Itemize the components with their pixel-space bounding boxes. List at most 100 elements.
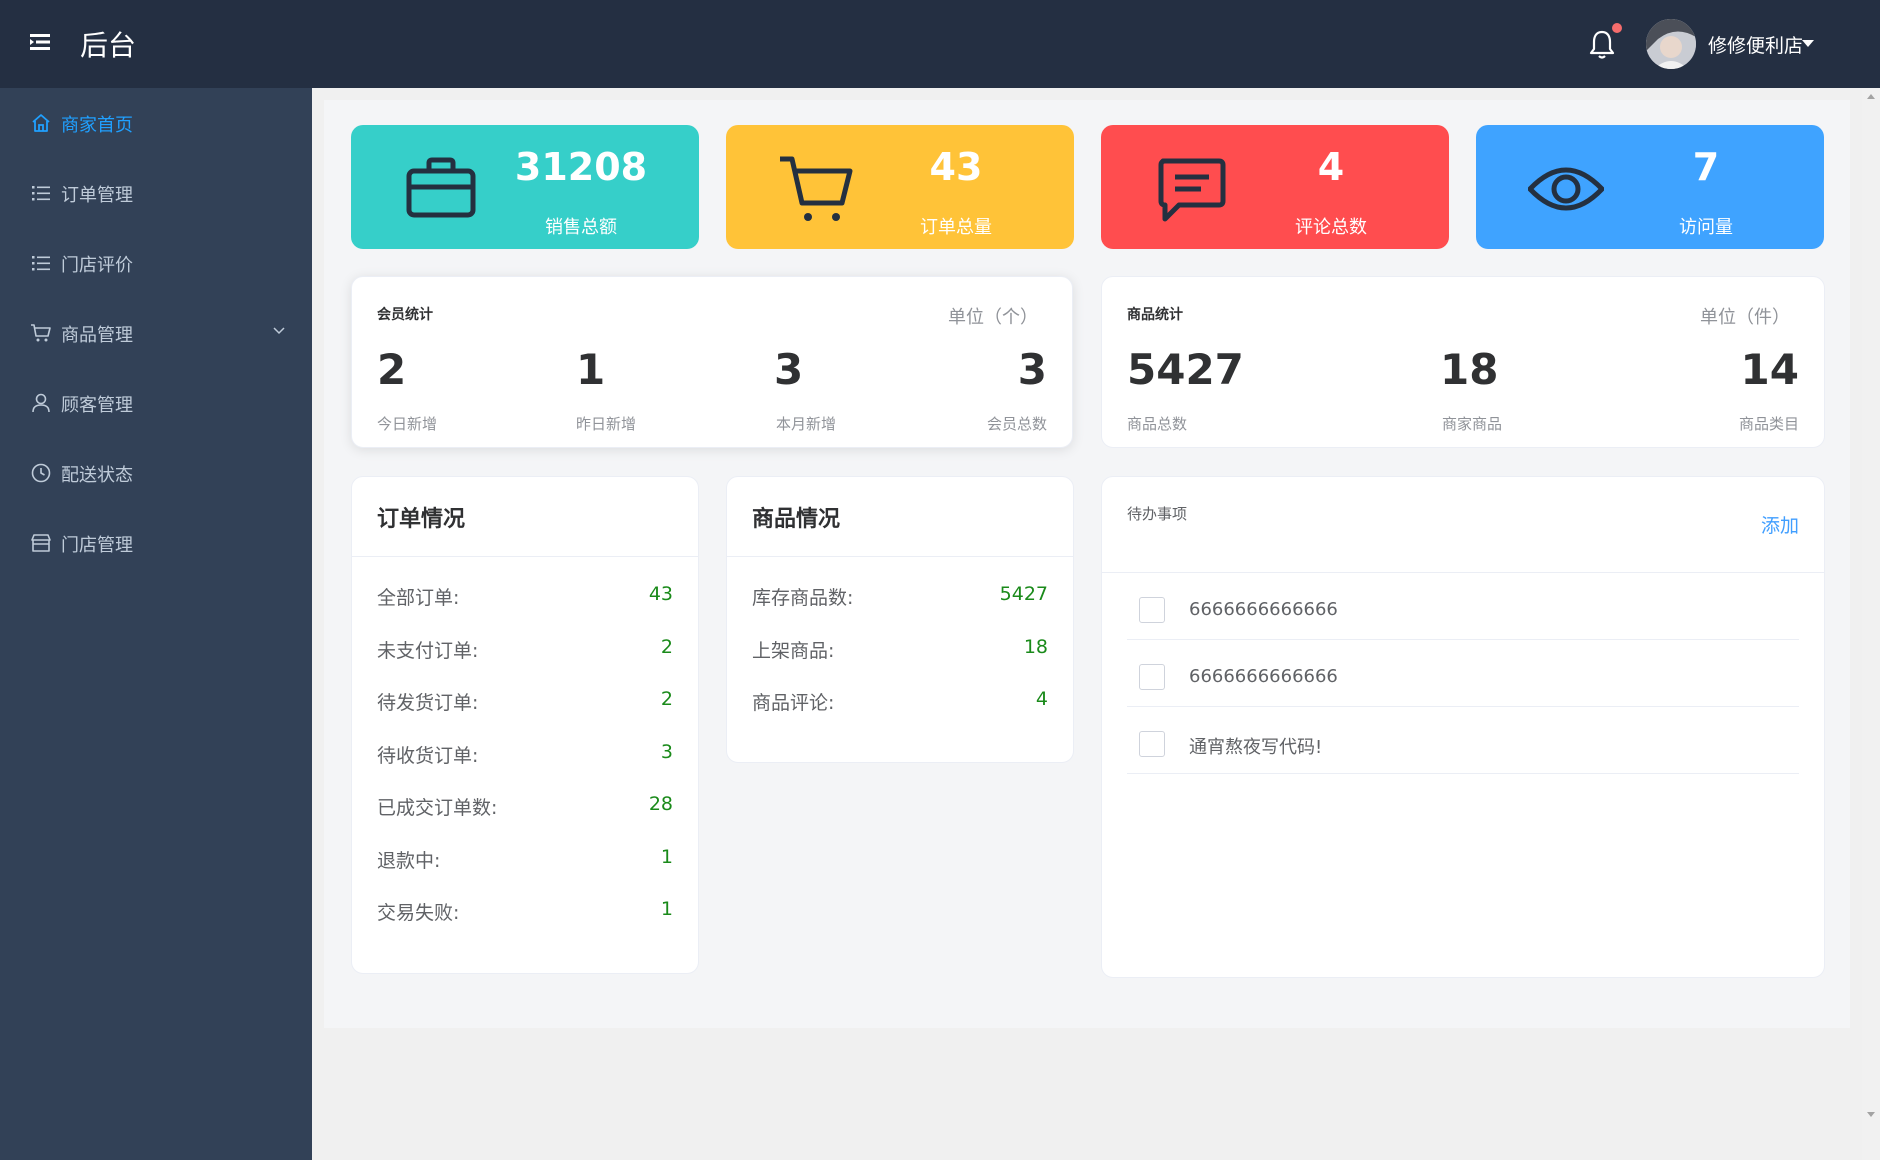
sidebar-item-delivery[interactable]: 配送状态	[0, 438, 312, 508]
order-total-card[interactable]: 43 订单总量	[726, 125, 1074, 249]
stat-label: 订单总量	[920, 217, 992, 238]
sidebar-item-label: 顾客管理	[61, 395, 133, 416]
sidebar-item-label: 订单管理	[61, 185, 133, 206]
sidebar-item-products[interactable]: 商品管理	[0, 298, 312, 368]
menu-toggle-icon[interactable]	[28, 30, 52, 54]
stat-label: 评论总数	[1295, 217, 1367, 238]
user-name[interactable]: 修修便利店	[1708, 31, 1803, 58]
stat-number: 14	[1740, 345, 1799, 394]
sidebar: 商家首页 订单管理 门店评价 商品管理 顾客管理 配送状态 门店管理	[0, 88, 312, 1160]
sidebar-item-reviews[interactable]: 门店评价	[0, 228, 312, 298]
product-row-label: 库存商品数:	[752, 587, 854, 609]
order-row-value: 1	[660, 846, 673, 868]
panel-title: 商品情况	[752, 507, 841, 532]
avatar-image	[1646, 19, 1696, 69]
order-row-label: 未支付订单:	[377, 640, 479, 662]
product-row-value: 5427	[999, 583, 1048, 605]
stat-caption: 商家商品	[1442, 415, 1503, 433]
product-row-value: 4	[1035, 688, 1048, 710]
sales-total-card[interactable]: 31208 销售总额	[351, 125, 699, 249]
stat-number: 18	[1440, 345, 1499, 394]
product-row-value: 18	[1023, 636, 1048, 658]
panel-title: 订单情况	[377, 507, 466, 532]
stat-caption: 昨日新增	[576, 415, 637, 433]
order-row-label: 退款中:	[377, 850, 441, 872]
user-icon	[32, 393, 50, 413]
stat-caption: 本月新增	[776, 415, 837, 433]
todo-checkbox[interactable]	[1139, 597, 1165, 623]
comment-total-card[interactable]: 4 评论总数	[1101, 125, 1449, 249]
scroll-down-arrow-icon[interactable]	[1867, 1112, 1875, 1117]
scroll-up-arrow-icon[interactable]	[1867, 94, 1875, 99]
todo-panel: 待办事项 添加 6666666666666 6666666666666 通宵熬夜…	[1101, 476, 1825, 978]
page-scrollbar[interactable]	[1862, 88, 1880, 1160]
order-row-value: 1	[660, 898, 673, 920]
order-row-value: 3	[660, 741, 673, 763]
todo-item: 6666666666666	[1127, 573, 1799, 640]
stat-number: 3	[1017, 345, 1047, 394]
order-row-label: 已成交订单数:	[377, 797, 498, 819]
stat-number: 2	[377, 345, 407, 394]
list-icon	[32, 186, 50, 201]
sidebar-item-label: 商家首页	[61, 115, 133, 136]
sidebar-item-label: 配送状态	[61, 465, 133, 486]
panel-header: 待办事项 添加	[1102, 477, 1824, 573]
add-todo-button[interactable]: 添加	[1761, 511, 1799, 538]
sidebar-item-label: 商品管理	[61, 325, 133, 346]
stat-value: 7	[1692, 145, 1720, 189]
message-icon	[1158, 158, 1226, 222]
cart-icon	[31, 324, 51, 342]
stat-caption: 商品类目	[1738, 415, 1799, 433]
orders-panel: 订单情况 全部订单: 43 未支付订单: 2 待发货订单: 2 待收货订单: 3…	[351, 476, 699, 974]
app-title: 后台	[80, 29, 137, 62]
avatar[interactable]	[1646, 19, 1696, 69]
stat-value: 31208	[514, 145, 648, 189]
unit-label: 单位（件）	[1700, 307, 1790, 328]
unit-label: 单位（个）	[948, 307, 1038, 328]
order-row-label: 交易失败:	[377, 902, 460, 924]
panel-title: 待办事项	[1127, 505, 1188, 523]
todo-item: 6666666666666	[1127, 640, 1799, 707]
eye-icon	[1528, 167, 1604, 211]
stat-value: 43	[929, 145, 983, 189]
sidebar-item-customers[interactable]: 顾客管理	[0, 368, 312, 438]
stat-number: 3	[774, 345, 804, 394]
sidebar-item-store[interactable]: 门店管理	[0, 508, 312, 578]
panel-header: 订单情况	[352, 477, 698, 557]
top-header: 后台 修修便利店	[0, 0, 1880, 88]
sidebar-item-label: 门店评价	[61, 255, 133, 276]
sidebar-item-home[interactable]: 商家首页	[0, 88, 312, 158]
todo-checkbox[interactable]	[1139, 664, 1165, 690]
todo-item: 通宵熬夜写代码!	[1127, 707, 1799, 774]
order-row-label: 待发货订单:	[377, 692, 479, 714]
order-row-value: 2	[660, 636, 673, 658]
sidebar-item-label: 门店管理	[61, 535, 133, 556]
bell-icon[interactable]	[1588, 28, 1616, 60]
order-row-value: 43	[648, 583, 673, 605]
order-row-label: 待收货订单:	[377, 745, 479, 767]
panel-title: 商品统计	[1127, 307, 1183, 323]
chevron-down-icon	[273, 327, 285, 335]
order-row-value: 2	[660, 688, 673, 710]
stat-number: 1	[576, 345, 606, 394]
stat-caption: 商品总数	[1127, 415, 1188, 433]
todo-checkbox[interactable]	[1139, 731, 1165, 757]
stat-label: 访问量	[1679, 217, 1733, 238]
briefcase-icon	[406, 157, 476, 218]
sidebar-item-orders[interactable]: 订单管理	[0, 158, 312, 228]
product-row-label: 上架商品:	[752, 640, 835, 662]
stat-caption: 会员总数	[986, 415, 1047, 433]
cart-icon	[780, 156, 853, 221]
home-icon	[32, 114, 50, 132]
stat-number: 5427	[1127, 345, 1244, 394]
store-icon	[31, 534, 51, 552]
order-row-label: 全部订单:	[377, 587, 460, 609]
list-icon	[32, 256, 50, 271]
caret-down-icon[interactable]	[1802, 40, 1814, 47]
todo-text: 通宵熬夜写代码!	[1189, 737, 1323, 758]
todo-text: 6666666666666	[1189, 666, 1338, 687]
stat-caption: 今日新增	[377, 415, 438, 433]
products-panel: 商品情况 库存商品数: 5427 上架商品: 18 商品评论: 4	[726, 476, 1074, 763]
stat-value: 4	[1317, 145, 1345, 189]
visits-card[interactable]: 7 访问量	[1476, 125, 1824, 249]
